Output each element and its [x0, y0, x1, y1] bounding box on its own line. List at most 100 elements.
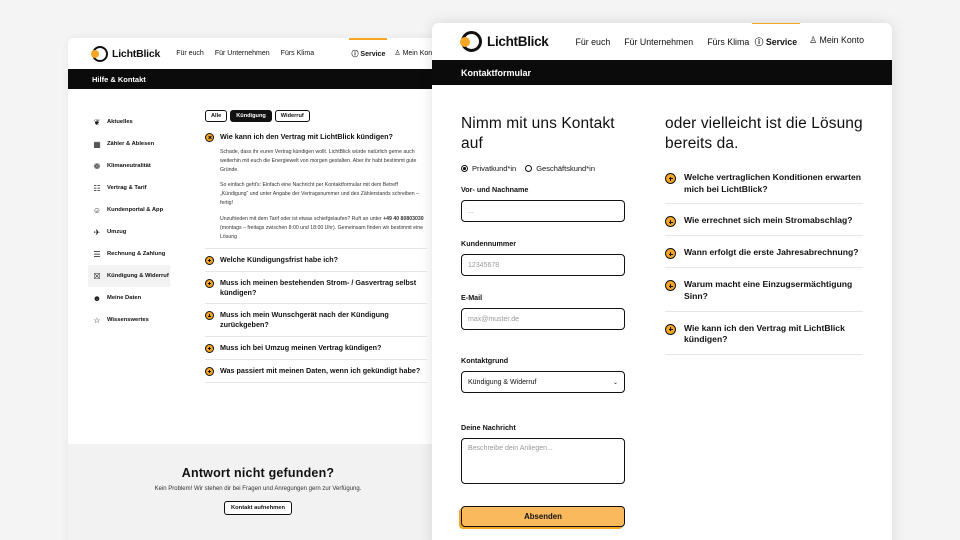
sidebar-item-label: Meine Daten	[107, 295, 142, 301]
invoice-icon: ☰	[93, 249, 101, 259]
faq-question: Wie kann ich den Vertrag mit LichtBlick …	[684, 322, 845, 345]
name-field[interactable]: ...	[461, 200, 625, 223]
nav-account[interactable]: ♙ Mein Konto	[809, 35, 864, 48]
sidebar-item-label: Kündigung & Widerruf	[107, 273, 169, 279]
customer-number-field[interactable]: 12345678	[461, 254, 625, 277]
sidebar-item-label: Klimaneutralität	[107, 163, 151, 169]
sidebar-item[interactable]: ☒ Kündigung & Widerruf	[88, 265, 170, 287]
flame-icon: ❦	[93, 117, 101, 127]
user-icon: ♙	[394, 49, 401, 57]
topic-select[interactable]: Kündigung & Widerruf ⌄	[461, 371, 625, 394]
nav-service[interactable]: ⓘ Service	[349, 38, 388, 59]
sidebar-item-label: Kundenportal & App	[107, 207, 164, 213]
expand-icon[interactable]	[665, 216, 676, 228]
faq-question: Welche vertraglichen Konditionen erwarte…	[684, 172, 862, 194]
topic-label: Kontaktgrund	[461, 356, 509, 366]
radio-business[interactable]: Geschäftskund*in	[525, 164, 595, 173]
faq-item[interactable]: Muss ich mein Wunschgerät nach der Kündi…	[205, 304, 427, 337]
contract-icon: ☷	[93, 183, 101, 193]
faq-heading: oder vielleicht ist die Lösung bereits d…	[665, 115, 863, 153]
expand-icon[interactable]	[665, 323, 676, 335]
logo-mark-icon	[460, 31, 482, 52]
user-data-icon: ☻	[92, 293, 102, 303]
sidebar-item[interactable]: ▦ Zähler & Ablesen	[92, 133, 176, 155]
collapse-icon[interactable]	[205, 133, 214, 142]
form-heading: Nimm mit uns Kontakt auf	[461, 115, 615, 153]
nav-link-unternehmen[interactable]: Für Unternehmen	[624, 37, 693, 47]
faq-answer-p3-text-end: (montags – freitags zwischen 8:00 und 18…	[220, 224, 423, 240]
logo[interactable]: LichtBlick	[460, 31, 549, 52]
expand-icon[interactable]	[665, 248, 676, 260]
faq-item[interactable]: Wie kann ich den Vertrag mit LichtBlick …	[665, 323, 863, 355]
top-nav: LichtBlick Für euch Für Unternehmen Fürs…	[68, 38, 448, 69]
nav-service[interactable]: ⓘ Service	[751, 23, 800, 48]
expand-icon[interactable]	[205, 366, 214, 376]
expand-icon[interactable]	[665, 173, 676, 185]
page-title-bar: Hilfe & Kontakt	[68, 69, 448, 89]
topic-select-value: Kündigung & Widerruf	[468, 378, 537, 386]
filter-pill[interactable]: Widerruf	[274, 110, 310, 122]
faq-item[interactable]: Wie errechnet sich mein Stromabschlag?	[665, 215, 863, 237]
faq-item[interactable]: Muss ich bei Umzug meinen Vertrag kündig…	[205, 337, 427, 360]
faq-question: Was passiert mit meinen Daten, wenn ich …	[220, 365, 421, 375]
faq-item[interactable]: Was passiert mit meinen Daten, wenn ich …	[205, 360, 427, 383]
faq-question: Warum macht eine Einzugsermächtigung Sin…	[684, 279, 853, 302]
contact-form-window: LichtBlick Für euch Für Unternehmen Fürs…	[432, 23, 892, 540]
faq-item[interactable]: Warum macht eine Einzugsermächtigung Sin…	[665, 279, 863, 312]
sidebar-item[interactable]: ✈ Umzug	[92, 221, 176, 243]
nav-link-fuer-euch[interactable]: Für euch	[576, 37, 611, 47]
nav-link-fuer-euch[interactable]: Für euch	[176, 50, 204, 57]
submit-button[interactable]: Absenden	[461, 506, 625, 528]
radio-empty-icon	[525, 165, 533, 173]
expand-icon[interactable]	[205, 311, 214, 321]
expand-icon[interactable]	[205, 255, 214, 265]
faq-item[interactable]: Wann erfolgt die erste Jahresabrechnung?	[665, 247, 863, 269]
faq-item[interactable]: Welche Kündigungsfrist habe ich?	[205, 249, 427, 272]
contact-button[interactable]: Kontakt aufnehmen	[223, 501, 293, 516]
nav-link-klima[interactable]: Fürs Klima	[707, 37, 749, 47]
meter-icon: ▦	[93, 139, 101, 149]
sidebar-item[interactable]: ☷ Vertrag & Tarif	[92, 177, 176, 199]
faq-item[interactable]: Muss ich meinen bestehenden Strom- / Gas…	[205, 272, 427, 305]
sidebar-item-label: Rechnung & Zahlung	[107, 251, 166, 257]
rocket-icon: ✈	[93, 227, 101, 237]
faq-question: Wie kann ich den Vertrag mit LichtBlick …	[220, 132, 393, 141]
filter-pills: Alle Kündigung Widerruf	[205, 110, 427, 122]
sidebar-item[interactable]: ❁ Klimaneutralität	[92, 155, 176, 177]
faq-item-open[interactable]: Wie kann ich den Vertrag mit LichtBlick …	[205, 132, 427, 249]
faq-question: Welche Kündigungsfrist habe ich?	[220, 254, 339, 264]
stage: LichtBlick Für euch Für Unternehmen Fürs…	[0, 0, 960, 540]
sidebar-item-label: Aktuelles	[107, 119, 133, 125]
expand-icon[interactable]	[205, 343, 214, 353]
sidebar-item[interactable]: ☺ Kundenportal & App	[92, 199, 176, 221]
sidebar-item[interactable]: ☰ Rechnung & Zahlung	[92, 243, 176, 265]
filter-pill[interactable]: Alle	[205, 110, 228, 122]
nav-link-klima[interactable]: Fürs Klima	[281, 50, 314, 57]
expand-icon[interactable]	[205, 278, 214, 288]
nav-link-unternehmen[interactable]: Für Unternehmen	[215, 50, 270, 57]
nav-service-label: Service	[360, 50, 386, 58]
sidebar-item-label: Umzug	[107, 229, 127, 235]
footer-title: Antwort nicht gefunden?	[181, 466, 335, 480]
sidebar-item[interactable]: ☻ Meine Daten	[92, 287, 176, 309]
star-icon: ☆	[93, 315, 101, 325]
logo[interactable]: LichtBlick	[91, 45, 160, 62]
phone-link[interactable]: +49 40 80803030	[383, 216, 424, 222]
message-textarea[interactable]: Beschreibe dein Anliegen...	[461, 438, 625, 485]
sidebar-item[interactable]: ☆ Wissenswertes	[92, 309, 176, 331]
faq-item[interactable]: Welche vertraglichen Konditionen erwarte…	[665, 172, 863, 205]
footer-text: Kein Problem! Wir stehen dir bei Fragen …	[154, 486, 362, 492]
info-icon: ⓘ	[754, 37, 764, 47]
sidebar-item-label: Zähler & Ablesen	[107, 141, 155, 147]
radio-private[interactable]: Privatkund*in	[461, 164, 516, 173]
filter-pill[interactable]: Kündigung	[230, 110, 272, 122]
sidebar-item[interactable]: ❦ Aktuelles	[92, 111, 176, 133]
sidebar-item-label: Wissenswertes	[107, 317, 149, 323]
expand-icon[interactable]	[665, 280, 676, 292]
message-label: Deine Nachricht	[461, 423, 516, 433]
email-field[interactable]: max@muster.de	[461, 308, 625, 331]
logo-mark-icon	[91, 45, 108, 62]
logo-text: LichtBlick	[487, 34, 549, 49]
suggested-faq: oder vielleicht ist die Lösung bereits d…	[665, 114, 863, 366]
page-title-bar: Kontaktformular	[432, 60, 892, 85]
